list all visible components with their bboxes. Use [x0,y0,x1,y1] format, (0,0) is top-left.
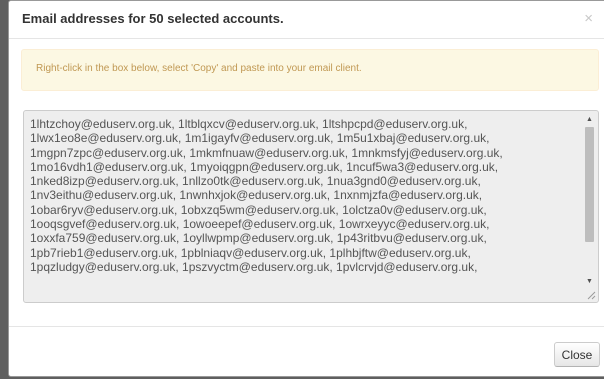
email-address-line: 1mo16vdh1@eduserv.org.uk, 1myoiqgpn@edus… [30,159,499,174]
dialog-footer: Close [9,326,604,376]
email-address-line: 1pqzludgy@eduserv.org.uk, 1pszvyctm@edus… [30,259,478,274]
instruction-alert: Right-click in the box below, select 'Co… [21,49,599,91]
email-addresses-text[interactable]: 1lhtzchoy@eduserv.org.uk, 1ltblqxcv@edus… [30,117,585,274]
instruction-text: Right-click in the box below, select 'Co… [36,63,362,74]
close-icon[interactable]: × [584,11,593,26]
scroll-track[interactable] [584,127,595,275]
resize-handle-icon[interactable] [587,291,596,300]
email-addresses-dialog: Email addresses for 50 selected accounts… [8,0,604,377]
email-address-line: 1nv3eithu@eduserv.org.uk, 1nwnhxjok@edus… [30,188,483,203]
email-addresses-textarea[interactable]: 1lhtzchoy@eduserv.org.uk, 1ltblqxcv@edus… [23,110,599,303]
vertical-scrollbar[interactable]: ▲ ▼ [584,115,595,287]
email-address-line: 1lhtzchoy@eduserv.org.uk, 1ltblqxcv@edus… [30,117,468,131]
dialog-header: Email addresses for 50 selected accounts… [9,1,604,39]
email-address-line: 1obar6ryv@eduserv.org.uk, 1obxzq5wm@edus… [30,202,487,217]
scroll-thumb[interactable] [585,127,594,243]
close-button[interactable]: Close [554,342,600,367]
email-address-line: 1ooqsgvef@eduserv.org.uk, 1owoeepef@edus… [30,217,490,232]
dialog-title: Email addresses for 50 selected accounts… [22,11,284,26]
scroll-down-icon[interactable]: ▼ [584,277,595,287]
dialog-body: Right-click in the box below, select 'Co… [9,39,604,326]
scroll-up-icon[interactable]: ▲ [584,115,595,125]
email-address-line: 1lwx1eo8e@eduserv.org.uk, 1m1igayfv@edus… [30,131,490,146]
email-address-line: 1nked8izp@eduserv.org.uk, 1nllzo0tk@edus… [30,174,481,189]
email-address-line: 1pb7rieb1@eduserv.org.uk, 1pblniaqv@edus… [30,245,471,260]
email-address-line: 1mgpn7zpc@eduserv.org.uk, 1mkmfnuaw@edus… [30,145,503,160]
email-address-line: 1oxxfa759@eduserv.org.uk, 1oyllwpmp@edus… [30,231,487,246]
